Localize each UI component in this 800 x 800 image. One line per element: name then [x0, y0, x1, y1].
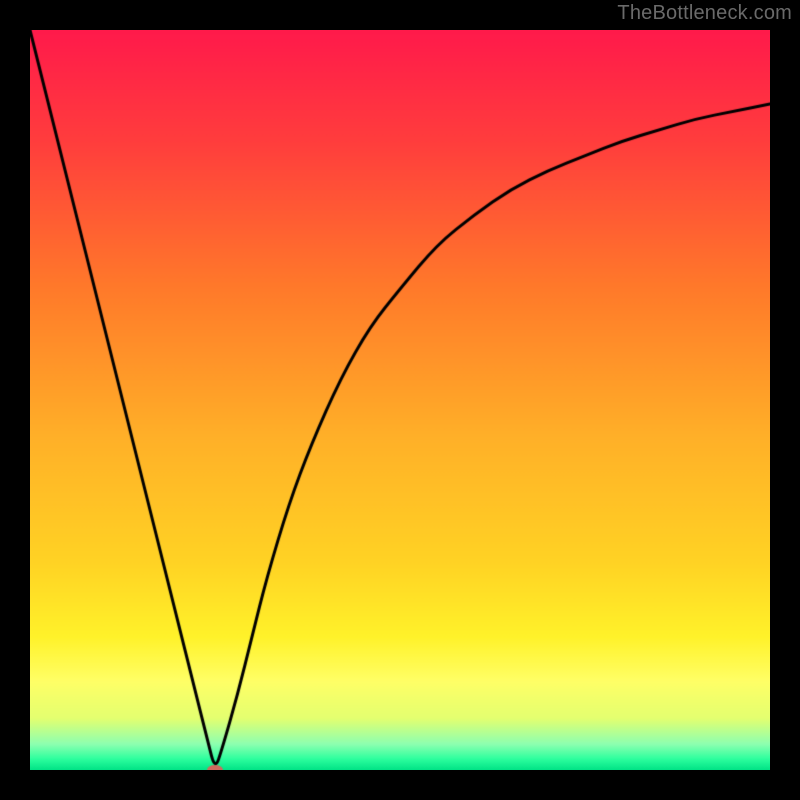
plot-area [30, 30, 770, 770]
watermark-text: TheBottleneck.com [617, 2, 792, 25]
chart-canvas [30, 30, 770, 770]
chart-frame: TheBottleneck.com [0, 0, 800, 800]
